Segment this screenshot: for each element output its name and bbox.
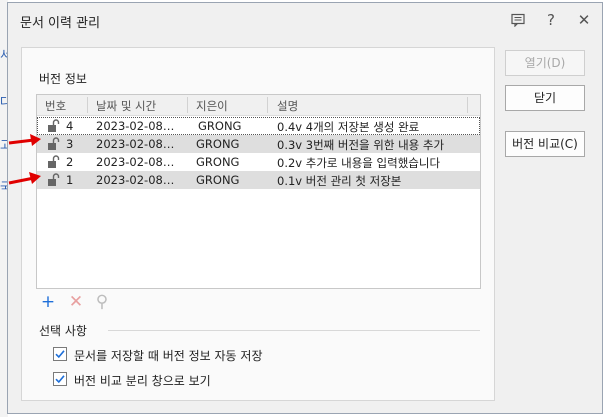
column-header-datetime[interactable]: 날짜 및 시간 <box>96 98 156 114</box>
compare-versions-button[interactable]: 버전 비교(C) <box>505 131 585 157</box>
table-row[interactable]: 3 2023-02-08… GRONG 0.3v 3번째 버전을 위한 내용 추… <box>37 135 480 153</box>
table-row[interactable]: 4 2023-02-08… GRONG 0.4v 4개의 저장본 생성 완료 <box>37 117 480 135</box>
unlock-icon <box>48 173 60 186</box>
document-history-dialog: 문서 이력 관리 ? ✕ 버전 정보 번호 날짜 및 시간 지은이 설명 4 2… <box>7 2 603 414</box>
unlock-icon <box>48 137 60 150</box>
row-datetime: 2023-02-08… <box>96 173 175 187</box>
dialog-title: 문서 이력 관리 <box>20 16 101 31</box>
annotation-arrow <box>8 134 41 146</box>
row-datetime: 2023-02-08… <box>96 119 175 133</box>
delete-version-button[interactable]: ✕ <box>66 292 86 312</box>
feedback-icon[interactable] <box>507 9 529 31</box>
annotation-arrow <box>8 172 41 185</box>
row-author: GRONG <box>196 137 240 151</box>
row-datetime: 2023-02-08… <box>96 137 175 151</box>
row-number: 4 <box>66 119 74 133</box>
table-header: 번호 날짜 및 시간 지은이 설명 <box>37 95 480 116</box>
row-datetime: 2023-02-08… <box>96 155 175 169</box>
row-number: 3 <box>66 137 74 151</box>
row-author: GRONG <box>198 119 242 133</box>
close-icon[interactable]: ✕ <box>573 9 595 31</box>
unlock-icon <box>48 155 60 168</box>
column-header-description[interactable]: 설명 <box>277 98 298 114</box>
title-bar[interactable]: 문서 이력 관리 ? ✕ <box>8 3 602 37</box>
column-divider <box>467 97 468 113</box>
main-panel: 버전 정보 번호 날짜 및 시간 지은이 설명 4 2023-02-08… GR <box>21 47 495 401</box>
row-description: 0.2v 추가로 내용을 입력했습니다 <box>277 156 441 170</box>
table-row[interactable]: 2 2023-02-08… GRONG 0.2v 추가로 내용을 입력했습니다 <box>37 153 480 171</box>
row-author: GRONG <box>196 155 240 169</box>
version-table[interactable]: 번호 날짜 및 시간 지은이 설명 4 2023-02-08… GRONG 0.… <box>36 94 481 289</box>
add-version-button[interactable]: + <box>38 292 58 312</box>
row-number: 2 <box>66 155 74 169</box>
row-description: 0.4v 4개의 저장본 생성 완료 <box>277 120 420 134</box>
column-divider <box>267 97 268 113</box>
unlock-icon <box>48 119 60 132</box>
options-label: 선택 사항 <box>39 324 87 338</box>
row-author: GRONG <box>196 173 240 187</box>
table-row[interactable]: 1 2023-02-08… GRONG 0.1v 버전 관리 첫 저장본 <box>37 171 480 189</box>
column-divider <box>87 97 88 113</box>
open-button[interactable]: 열기(D) <box>505 50 585 76</box>
compare-separate-window-checkbox[interactable] <box>53 372 67 386</box>
divider <box>108 330 480 331</box>
version-info-label: 버전 정보 <box>39 72 87 86</box>
close-button[interactable]: 닫기 <box>505 85 585 111</box>
column-divider <box>187 97 188 113</box>
column-header-author[interactable]: 지은이 <box>196 98 228 114</box>
row-number: 1 <box>66 173 74 187</box>
help-icon[interactable]: ? <box>540 9 562 31</box>
column-header-number[interactable]: 번호 <box>45 98 66 114</box>
row-description: 0.3v 3번째 버전을 위한 내용 추가 <box>277 138 445 152</box>
search-icon[interactable]: ⚲ <box>92 292 112 312</box>
row-description: 0.1v 버전 관리 첫 저장본 <box>277 174 402 188</box>
auto-save-version-checkbox[interactable] <box>53 347 67 361</box>
compare-separate-window-label[interactable]: 버전 비교 분리 창으로 보기 <box>74 372 211 389</box>
auto-save-version-label[interactable]: 문서를 저장할 때 버전 정보 자동 저장 <box>74 347 263 364</box>
